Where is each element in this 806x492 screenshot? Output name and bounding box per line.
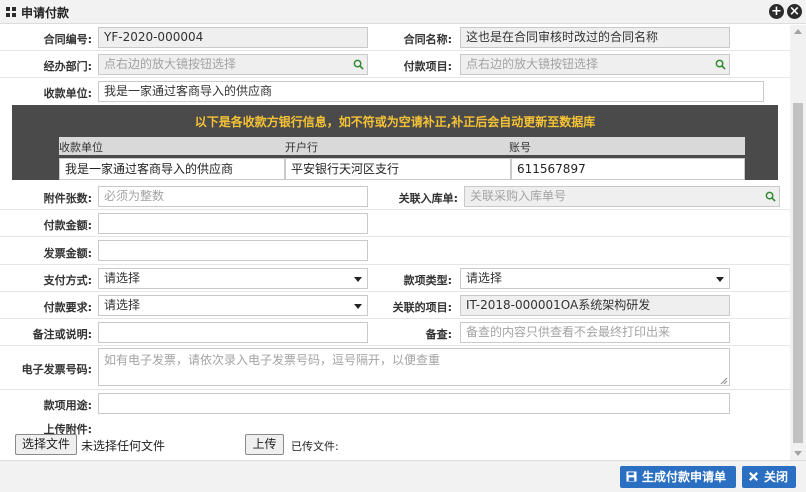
close-label: 关闭 [764,470,789,484]
payee-label: 收款单位: [43,87,92,100]
resize-handle-icon[interactable] [720,377,728,385]
linked-receipt-label: 关联入库单: [398,192,458,205]
attachments-count-label: 附件张数: [43,192,92,205]
contract-name-field: 这也是在合同审核时改过的合同名称 [460,27,730,48]
remarks-label: 备注或说明: [32,328,92,341]
pay-requirement-label: 付款要求: [43,301,92,314]
payee-input[interactable]: 我是一家通过客商导入的供应商 [98,81,764,102]
memo-input[interactable]: 备查的内容只供查看不会最终打印出来 [460,322,730,343]
form-row-payee: 收款单位: 我是一家通过客商导入的供应商 [0,78,790,105]
invoice-amount-label: 发票金额: [43,247,92,260]
bank-header-account: 账号 [509,141,531,154]
pay-amount-label: 付款金额: [43,219,92,232]
fund-type-select[interactable]: 请选择 [460,268,730,289]
attachments-count-input[interactable]: 必须为整数 [98,186,368,207]
project-placeholder: 点右边的放大镜按钮选择 [466,57,599,71]
form-row-pay-requirement: 付款要求: 请选择 关联的项目: IT-2018-000001OA系统架构研发 [0,292,790,319]
close-x-icon [749,472,758,481]
memo-label: 备查: [425,328,452,341]
purpose-input[interactable] [98,393,730,414]
dialog-footer: 生成付款申请单 关闭 [0,460,806,492]
linked-receipt-field[interactable]: 关联采购入库单号 [464,186,780,207]
close-button[interactable]: 关闭 [742,466,796,488]
bank-info-panel: 以下是各收款方银行信息，如不符或为空请补正,补正后会自动更新至数据库 收款单位 … [12,105,778,180]
uploaded-files-label: 已传文件: [291,440,339,453]
contract-no-field: YF-2020-000004 [98,27,368,48]
scrollbar-thumb[interactable] [793,103,803,443]
department-field[interactable]: 点右边的放大镜按钮选择 [98,54,368,75]
form-row-pay-method: 支付方式: 请选择 款项类型: 请选择 [0,265,790,292]
pay-method-label: 支付方式: [43,274,92,287]
upload-button[interactable]: 上传 [245,434,284,455]
scroll-up-arrow-icon[interactable] [794,29,802,34]
pay-requirement-select[interactable]: 请选择 [98,295,368,316]
purpose-label: 款项用途: [43,399,92,412]
form-row-contract: 合同编号: YF-2020-000004 合同名称: 这也是在合同审核时改过的合… [0,25,790,51]
pay-method-select[interactable]: 请选择 [98,268,368,289]
contract-no-label: 合同编号: [43,33,92,46]
search-icon[interactable] [715,59,726,70]
title-bar: 申请付款 + × [0,0,806,24]
pay-amount-input[interactable] [98,213,368,234]
project-field[interactable]: 点右边的放大镜按钮选择 [460,54,730,75]
bank-table-header: 收款单位 开户行 账号 [59,137,745,155]
bank-header-payee: 收款单位 [59,141,103,154]
bank-cell-payee[interactable]: 我是一家通过客商导入的供应商 [59,158,285,180]
form-row-invoice-amount: 发票金额: [0,237,790,265]
fund-type-label: 款项类型: [403,274,452,287]
search-icon[interactable] [765,191,776,202]
project-label: 付款项目: [403,60,452,73]
add-icon[interactable]: + [769,4,784,19]
form-row-pay-amount: 付款金额: [0,210,790,237]
department-label: 经办部门: [43,60,92,73]
linked-project-label: 关联的项目: [392,301,452,314]
form-row-attachments: 附件张数: 必须为整数 关联入库单: 关联采购入库单号 [0,185,790,210]
no-file-text: 未选择任何文件 [81,439,166,453]
form-scroll-area: 合同编号: YF-2020-000004 合同名称: 这也是在合同审核时改过的合… [0,25,790,460]
vertical-scrollbar[interactable] [790,25,806,460]
choose-file-button[interactable]: 选择文件 [15,434,77,455]
bank-cell-account[interactable]: 611567897 [511,158,745,180]
department-placeholder: 点右边的放大镜按钮选择 [104,57,237,71]
scroll-down-arrow-icon[interactable] [794,451,802,456]
e-invoice-label: 电子发票号码: [21,363,92,376]
contract-name-label: 合同名称: [403,33,452,46]
invoice-amount-input[interactable] [98,240,368,261]
grid-icon [6,7,16,17]
linked-project-field: IT-2018-000001OA系统架构研发 [460,295,730,316]
form-row-department: 经办部门: 点右边的放大镜按钮选择 付款项目: 点右边的放大镜按钮选择 [0,51,790,78]
form-row-remarks: 备注或说明: 备查: 备查的内容只供查看不会最终打印出来 [0,319,790,346]
save-icon [626,471,637,482]
close-icon[interactable]: × [787,4,802,19]
window-title: 申请付款 [21,6,70,20]
bank-notice: 以下是各收款方银行信息，如不符或为空请补正,补正后会自动更新至数据库 [194,115,596,129]
bank-header-bank: 开户行 [285,141,318,154]
form-row-e-invoice: 电子发票号码: 如有电子发票，请依次录入电子发票号码，逗号隔开，以便查重 [0,346,790,390]
generate-payment-button[interactable]: 生成付款申请单 [620,466,736,488]
generate-payment-label: 生成付款申请单 [642,470,727,484]
form-row-purpose: 款项用途: [0,390,790,416]
bank-cell-bank[interactable]: 平安银行天河区支行 [285,158,511,180]
linked-receipt-placeholder: 关联采购入库单号 [470,189,567,203]
e-invoice-textarea[interactable]: 如有电子发票，请依次录入电子发票号码，逗号隔开，以便查重 [98,348,730,386]
remarks-input[interactable] [98,322,368,343]
